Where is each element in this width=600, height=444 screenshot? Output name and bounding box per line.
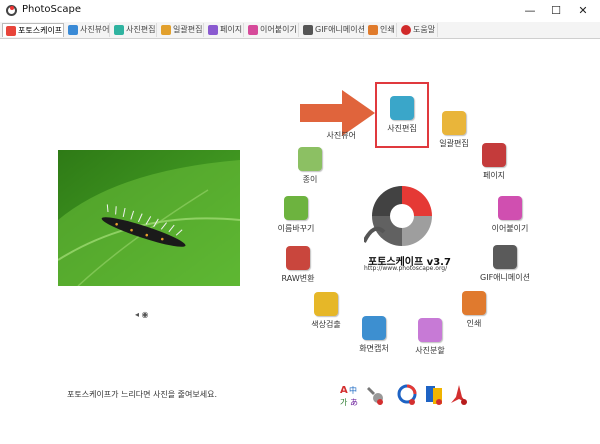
viewer-icon <box>68 25 78 35</box>
tab-batch[interactable]: 일괄편집 <box>158 23 204 37</box>
gif-icon <box>303 25 313 35</box>
tool-button-4[interactable] <box>424 383 444 407</box>
combine-icon <box>498 196 522 220</box>
tab-photoscape[interactable]: 포토스케이프 <box>2 23 64 37</box>
gif-animation-icon <box>493 245 517 269</box>
print-icon <box>462 291 486 315</box>
splitter-icon <box>418 318 442 342</box>
settings-button[interactable] <box>366 383 386 407</box>
preview-controls[interactable]: ◂ ◉ <box>135 310 149 319</box>
help-icon <box>401 25 411 35</box>
menu-splitter[interactable]: 사진분할 <box>400 318 460 356</box>
menu-gif-animation[interactable]: GIF애니메이션 <box>475 245 535 283</box>
title-bar: PhotoScape — ☐ ✕ <box>0 0 600 23</box>
highlight-box <box>375 82 429 148</box>
svg-text:中: 中 <box>349 385 357 395</box>
tool-icon-4 <box>426 386 442 405</box>
tool-button-5[interactable] <box>449 383 469 407</box>
menu-rename[interactable]: 이름바꾸기 <box>266 196 326 234</box>
menu-raw-converter[interactable]: RAW변환 <box>268 246 328 284</box>
color-picker-icon <box>314 292 338 316</box>
tab-combine[interactable]: 이어붙이기 <box>245 23 299 37</box>
svg-text:A: A <box>340 385 348 396</box>
menu-combine[interactable]: 이어붙이기 <box>480 196 540 234</box>
menu-photo-viewer[interactable]: 사진뷰어 <box>316 117 356 141</box>
slow-hint-text: 포토스케이프가 느리다면 사진을 줄여보세요. <box>67 390 218 399</box>
photoscape-icon <box>6 26 16 36</box>
rename-icon <box>284 196 308 220</box>
photoscape-logo-icon <box>364 186 432 246</box>
combine-icon <box>248 25 258 35</box>
app-url[interactable]: http://www.photoscape.org/ <box>364 265 447 272</box>
page-icon <box>208 25 218 35</box>
language-button[interactable]: A 中 가 あ <box>340 383 360 407</box>
maximize-button[interactable]: ☐ <box>546 2 566 20</box>
paper-print-icon <box>298 147 322 171</box>
tab-viewer[interactable]: 사진뷰어 <box>65 23 110 37</box>
tab-bar: 포토스케이프 사진뷰어 사진편집 일괄편집 페이지 이어붙이기 GIF애니메이션… <box>0 22 600 39</box>
svg-text:가: 가 <box>340 398 348 407</box>
caterpillar-image <box>58 150 240 286</box>
sample-photo <box>58 150 240 286</box>
raw-converter-icon <box>286 246 310 270</box>
menu-color-picker[interactable]: 색상검출 <box>296 292 356 330</box>
language-icon: A 中 가 あ <box>340 385 358 407</box>
tab-editor[interactable]: 사진편집 <box>111 23 157 37</box>
editor-icon <box>114 25 124 35</box>
tool-icon-5 <box>451 385 467 405</box>
menu-page[interactable]: 페이지 <box>464 143 524 181</box>
tool-icon-3 <box>397 384 417 405</box>
tab-print[interactable]: 인쇄 <box>365 23 397 37</box>
minimize-button[interactable]: — <box>520 2 540 20</box>
close-button[interactable]: ✕ <box>573 2 593 20</box>
tab-page[interactable]: 페이지 <box>205 23 244 37</box>
tab-gif[interactable]: GIF애니메이션 <box>300 23 365 37</box>
svg-text:あ: あ <box>350 398 358 407</box>
photoscape-app-icon <box>6 5 17 16</box>
menu-paper-print[interactable]: 종이 <box>280 147 340 185</box>
batch-icon <box>161 25 171 35</box>
window-title: PhotoScape <box>22 4 81 15</box>
tool-button-3[interactable] <box>397 383 417 407</box>
print-icon <box>368 25 378 35</box>
page-icon <box>482 143 506 167</box>
screen-capture-icon <box>362 316 386 340</box>
tab-help[interactable]: 도움말 <box>398 23 438 37</box>
batch-editor-icon <box>442 111 466 135</box>
settings-wrench-icon <box>367 387 383 405</box>
